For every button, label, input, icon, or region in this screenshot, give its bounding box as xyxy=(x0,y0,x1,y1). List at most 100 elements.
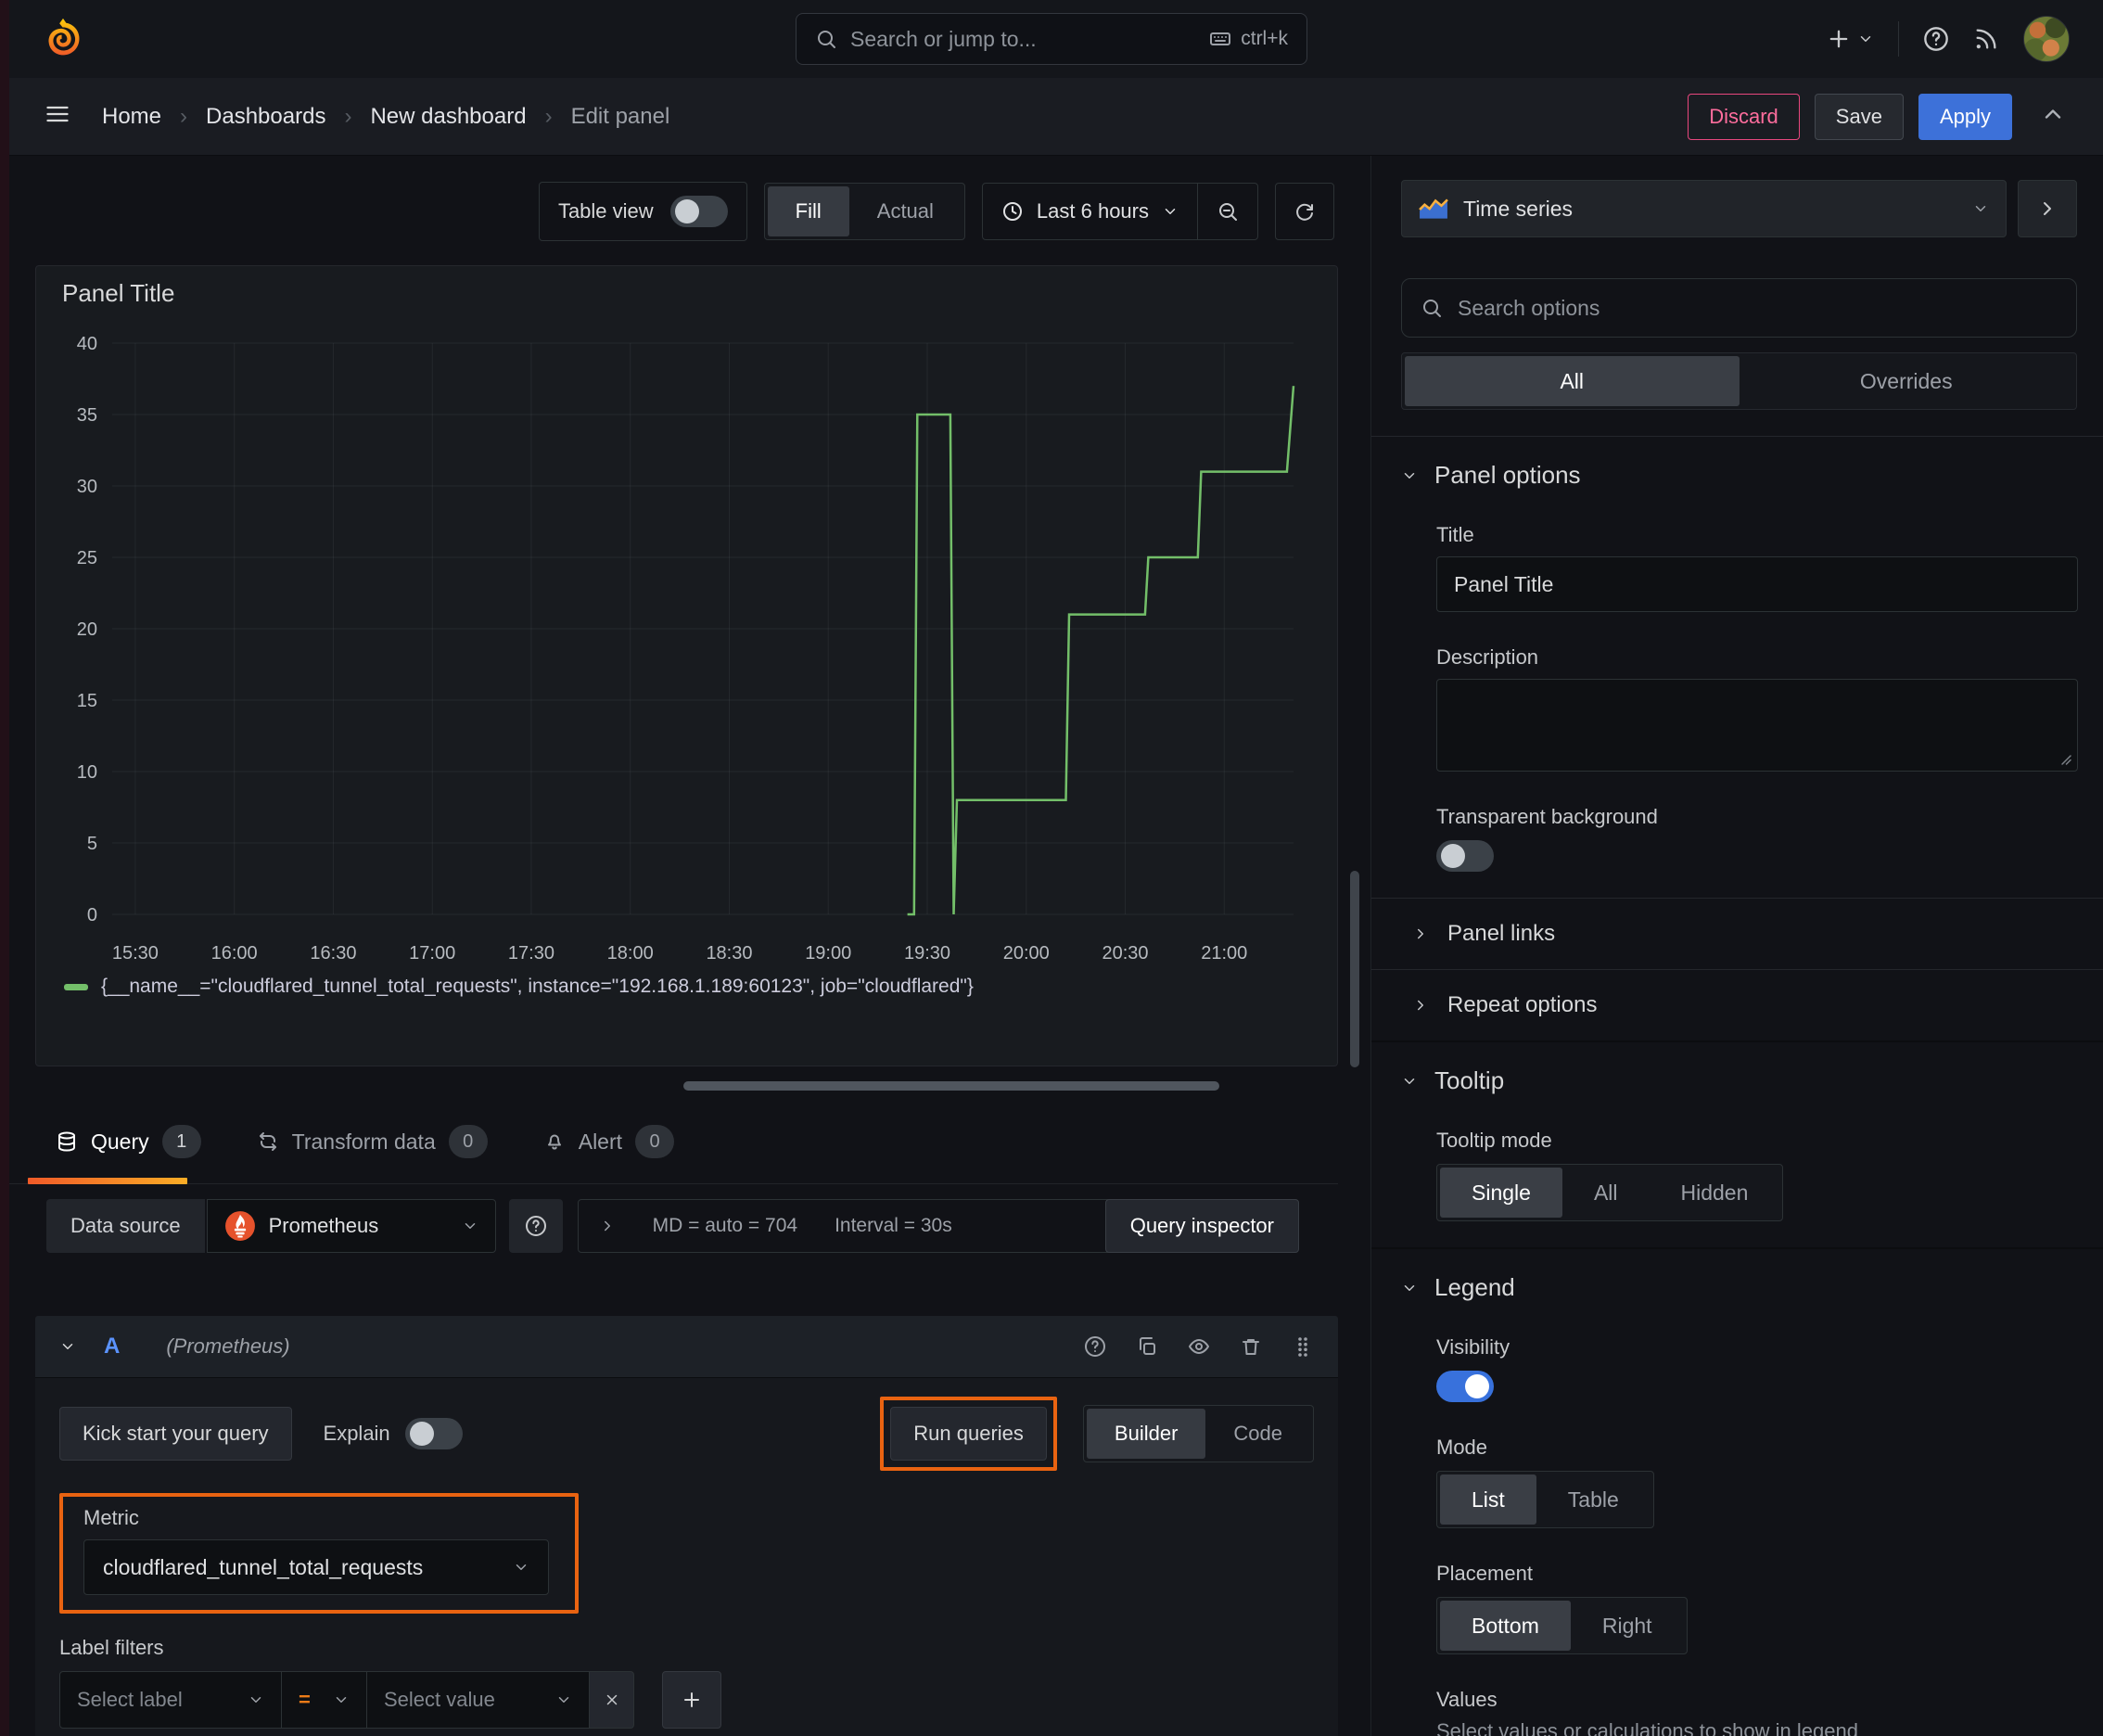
edit-actions: Discard Save Apply xyxy=(1688,93,2066,140)
metric-annotation: Metric cloudflared_tunnel_total_requests xyxy=(59,1493,579,1614)
run-queries-button[interactable]: Run queries xyxy=(890,1407,1047,1461)
drag-handle-icon[interactable] xyxy=(1292,1335,1314,1358)
tooltip-mode-hidden[interactable]: Hidden xyxy=(1650,1168,1780,1218)
legend-mode-table[interactable]: Table xyxy=(1536,1474,1651,1525)
builder-option[interactable]: Builder xyxy=(1086,1409,1206,1459)
add-menu-button[interactable] xyxy=(1826,26,1874,52)
tab-all[interactable]: All xyxy=(1405,356,1740,406)
options-search[interactable]: Search options xyxy=(1401,278,2077,338)
vertical-scrollbar[interactable] xyxy=(1350,871,1359,1067)
datasource-picker[interactable]: Prometheus xyxy=(206,1199,496,1253)
clock-icon xyxy=(1001,200,1024,223)
x-tick-label: 15:30 xyxy=(112,943,159,964)
menu-toggle-button[interactable] xyxy=(45,101,70,132)
legend-mode-list[interactable]: List xyxy=(1440,1474,1536,1525)
kick-start-button[interactable]: Kick start your query xyxy=(59,1407,292,1461)
datasource-label: Data source xyxy=(46,1199,205,1253)
query-row-header[interactable]: A (Prometheus) xyxy=(35,1316,1338,1377)
toggle-visibility-icon[interactable] xyxy=(1188,1335,1210,1358)
collapse-header-button[interactable] xyxy=(2040,101,2066,132)
query-help-icon[interactable] xyxy=(1084,1335,1106,1358)
time-range-button[interactable]: Last 6 hours xyxy=(983,199,1197,223)
x-tick-label: 18:30 xyxy=(706,943,752,964)
repeat-options-label: Repeat options xyxy=(1447,992,1598,1017)
resize-handle-icon[interactable] xyxy=(2057,750,2073,767)
remove-filter-button[interactable] xyxy=(590,1671,634,1729)
panel-options-header[interactable]: Panel options xyxy=(1401,461,2077,490)
help-button[interactable] xyxy=(1923,26,1949,52)
operator-dropdown[interactable]: = xyxy=(282,1671,367,1729)
metric-select[interactable]: cloudflared_tunnel_total_requests xyxy=(83,1539,549,1595)
breadcrumb-separator: › xyxy=(544,103,553,129)
add-filter-button[interactable] xyxy=(662,1671,721,1729)
grafana-logo-icon[interactable] xyxy=(41,17,85,61)
visibility-label: Visibility xyxy=(1436,1335,1510,1359)
datasource-help-button[interactable] xyxy=(508,1199,563,1253)
tab-transform-data[interactable]: Transform data 0 xyxy=(257,1125,488,1158)
legend-series-label[interactable]: {__name__="cloudflared_tunnel_total_requ… xyxy=(101,976,974,998)
legend-series-swatch[interactable] xyxy=(64,983,88,990)
transparent-background-toggle[interactable] xyxy=(1436,840,1494,872)
delete-query-icon[interactable] xyxy=(1240,1335,1262,1358)
table-view-toggle[interactable] xyxy=(669,196,728,227)
tab-query-badge: 1 xyxy=(161,1125,201,1158)
plus-icon xyxy=(1826,26,1852,52)
actual-option[interactable]: Actual xyxy=(849,186,962,236)
transparent-background-label: Transparent background xyxy=(1436,805,1658,828)
legend-visibility-toggle[interactable] xyxy=(1436,1371,1494,1402)
duplicate-query-icon[interactable] xyxy=(1136,1335,1158,1358)
toggle-viz-picker-button[interactable] xyxy=(2018,180,2077,237)
title-input[interactable] xyxy=(1436,556,2078,612)
search-bar[interactable]: Search or jump to... ctrl+k xyxy=(796,13,1307,65)
code-option[interactable]: Code xyxy=(1205,1409,1310,1459)
panel-links-section[interactable]: Panel links xyxy=(1412,899,2077,969)
chevron-down-icon xyxy=(248,1691,264,1708)
tab-overrides[interactable]: Overrides xyxy=(1740,356,2074,406)
breadcrumb-dashboards[interactable]: Dashboards xyxy=(206,104,325,130)
label-filters-row: Select label = Select value xyxy=(59,1671,1314,1729)
fill-option[interactable]: Fill xyxy=(767,186,849,236)
toggle-knob xyxy=(1465,1374,1489,1398)
repeat-options-section[interactable]: Repeat options xyxy=(1412,970,2077,1040)
zoom-out-time-button[interactable] xyxy=(1198,184,1257,239)
query-inspector-button[interactable]: Query inspector xyxy=(1104,1199,1299,1253)
discard-button[interactable]: Discard xyxy=(1688,93,1800,140)
tooltip-mode-all[interactable]: All xyxy=(1562,1168,1650,1218)
user-avatar[interactable] xyxy=(2023,16,2070,62)
interval: Interval = 30s xyxy=(835,1215,952,1236)
breadcrumb-new-dashboard[interactable]: New dashboard xyxy=(370,104,526,130)
legend-placement-bottom[interactable]: Bottom xyxy=(1440,1601,1571,1651)
select-label-dropdown[interactable]: Select label xyxy=(59,1671,282,1729)
visualization-picker[interactable]: Time series xyxy=(1401,180,2007,237)
y-tick-label: 15 xyxy=(77,691,97,711)
tooltip-mode-single[interactable]: Single xyxy=(1440,1168,1562,1218)
breadcrumb-bar: Home › Dashboards › New dashboard › Edit… xyxy=(0,78,2103,156)
save-button[interactable]: Save xyxy=(1814,93,1904,140)
active-tab-underline xyxy=(28,1178,187,1184)
news-button[interactable] xyxy=(1973,26,1999,52)
tooltip-header[interactable]: Tooltip xyxy=(1401,1066,2077,1095)
tab-alert[interactable]: Alert 0 xyxy=(543,1125,675,1158)
x-tick-label: 18:00 xyxy=(607,943,654,964)
y-tick-label: 25 xyxy=(77,548,97,568)
select-value-dropdown[interactable]: Select value xyxy=(367,1671,590,1729)
legend-header[interactable]: Legend xyxy=(1401,1273,2077,1302)
explain-toggle[interactable] xyxy=(404,1418,463,1449)
tab-query[interactable]: Query 1 xyxy=(56,1125,201,1158)
tab-alert-badge: 0 xyxy=(635,1125,675,1158)
chart-legend: {__name__="cloudflared_tunnel_total_requ… xyxy=(64,976,1320,998)
description-textarea[interactable] xyxy=(1436,679,2078,772)
refresh-button[interactable] xyxy=(1275,183,1334,240)
legend-placement-right[interactable]: Right xyxy=(1571,1601,1684,1651)
query-datasource-hint: (Prometheus) xyxy=(166,1334,290,1358)
apply-button[interactable]: Apply xyxy=(1918,93,2012,140)
horizontal-scrollbar[interactable] xyxy=(683,1081,1219,1091)
time-series-chart[interactable]: 0 5 10 15 20 25 30 35 40 15:30 16:00 16:30 17:00 17:3… xyxy=(53,323,1305,972)
breadcrumb-home[interactable]: Home xyxy=(102,104,161,130)
time-range-picker: Last 6 hours xyxy=(981,183,1258,240)
breadcrumb-separator: › xyxy=(344,103,352,129)
panel-title[interactable]: Panel Title xyxy=(53,279,1320,308)
metric-label: Metric xyxy=(83,1506,139,1529)
legend-placement-label: Placement xyxy=(1436,1562,1533,1585)
series-line[interactable] xyxy=(907,386,1295,916)
